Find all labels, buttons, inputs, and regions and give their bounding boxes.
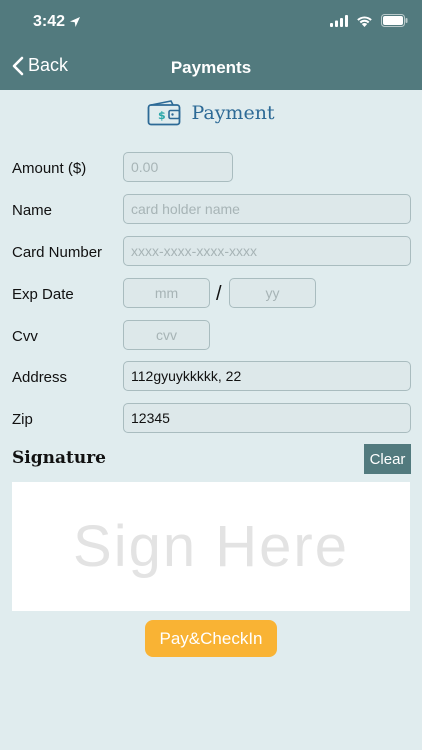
wifi-icon xyxy=(357,15,372,27)
signature-placeholder: Sign Here xyxy=(73,514,349,579)
pay-checkin-button[interactable]: Pay&CheckIn xyxy=(145,620,277,657)
status-time: 3:42 xyxy=(33,13,81,31)
cvv-input[interactable] xyxy=(123,320,210,350)
zip-row: Zip xyxy=(12,403,33,435)
exp-year-input[interactable] xyxy=(229,278,316,308)
amount-label: Amount ($) xyxy=(12,159,87,177)
card-number-row: Card Number xyxy=(12,236,102,268)
amount-row: Amount ($) xyxy=(12,152,86,184)
address-input[interactable] xyxy=(123,361,411,391)
address-label: Address xyxy=(12,368,68,386)
cvv-label: Cvv xyxy=(12,327,38,345)
signature-pad[interactable]: Sign Here xyxy=(12,482,410,611)
exp-month-input[interactable] xyxy=(123,278,210,308)
zip-label: Zip xyxy=(12,410,33,428)
page-title: Payments xyxy=(170,58,252,77)
amount-input[interactable] xyxy=(123,152,233,182)
card-number-input[interactable] xyxy=(123,236,411,266)
exp-date-row: Exp Date xyxy=(12,278,74,310)
address-row: Address xyxy=(12,361,67,393)
zip-input[interactable] xyxy=(123,403,411,433)
location-arrow-icon xyxy=(70,17,81,27)
status-time-text: 3:42 xyxy=(33,13,66,30)
status-icons xyxy=(330,14,408,27)
card-number-label: Card Number xyxy=(12,243,103,261)
wallet-icon: $ xyxy=(148,100,181,126)
signal-icon xyxy=(330,14,348,27)
name-input[interactable] xyxy=(123,194,411,224)
svg-text:$: $ xyxy=(158,109,166,122)
section-title: Payment xyxy=(191,102,275,124)
cvv-row: Cvv xyxy=(12,320,38,352)
nav-header: 3:42 Back Payments xyxy=(0,0,422,90)
exp-date-separator: / xyxy=(216,283,222,305)
section-header: $ Payment xyxy=(0,100,422,126)
name-label: Name xyxy=(12,201,53,219)
name-row: Name xyxy=(12,194,52,226)
battery-icon xyxy=(381,14,408,27)
exp-date-label: Exp Date xyxy=(12,285,74,303)
clear-signature-button[interactable]: Clear xyxy=(364,444,411,474)
signature-label: Signature xyxy=(12,448,106,468)
